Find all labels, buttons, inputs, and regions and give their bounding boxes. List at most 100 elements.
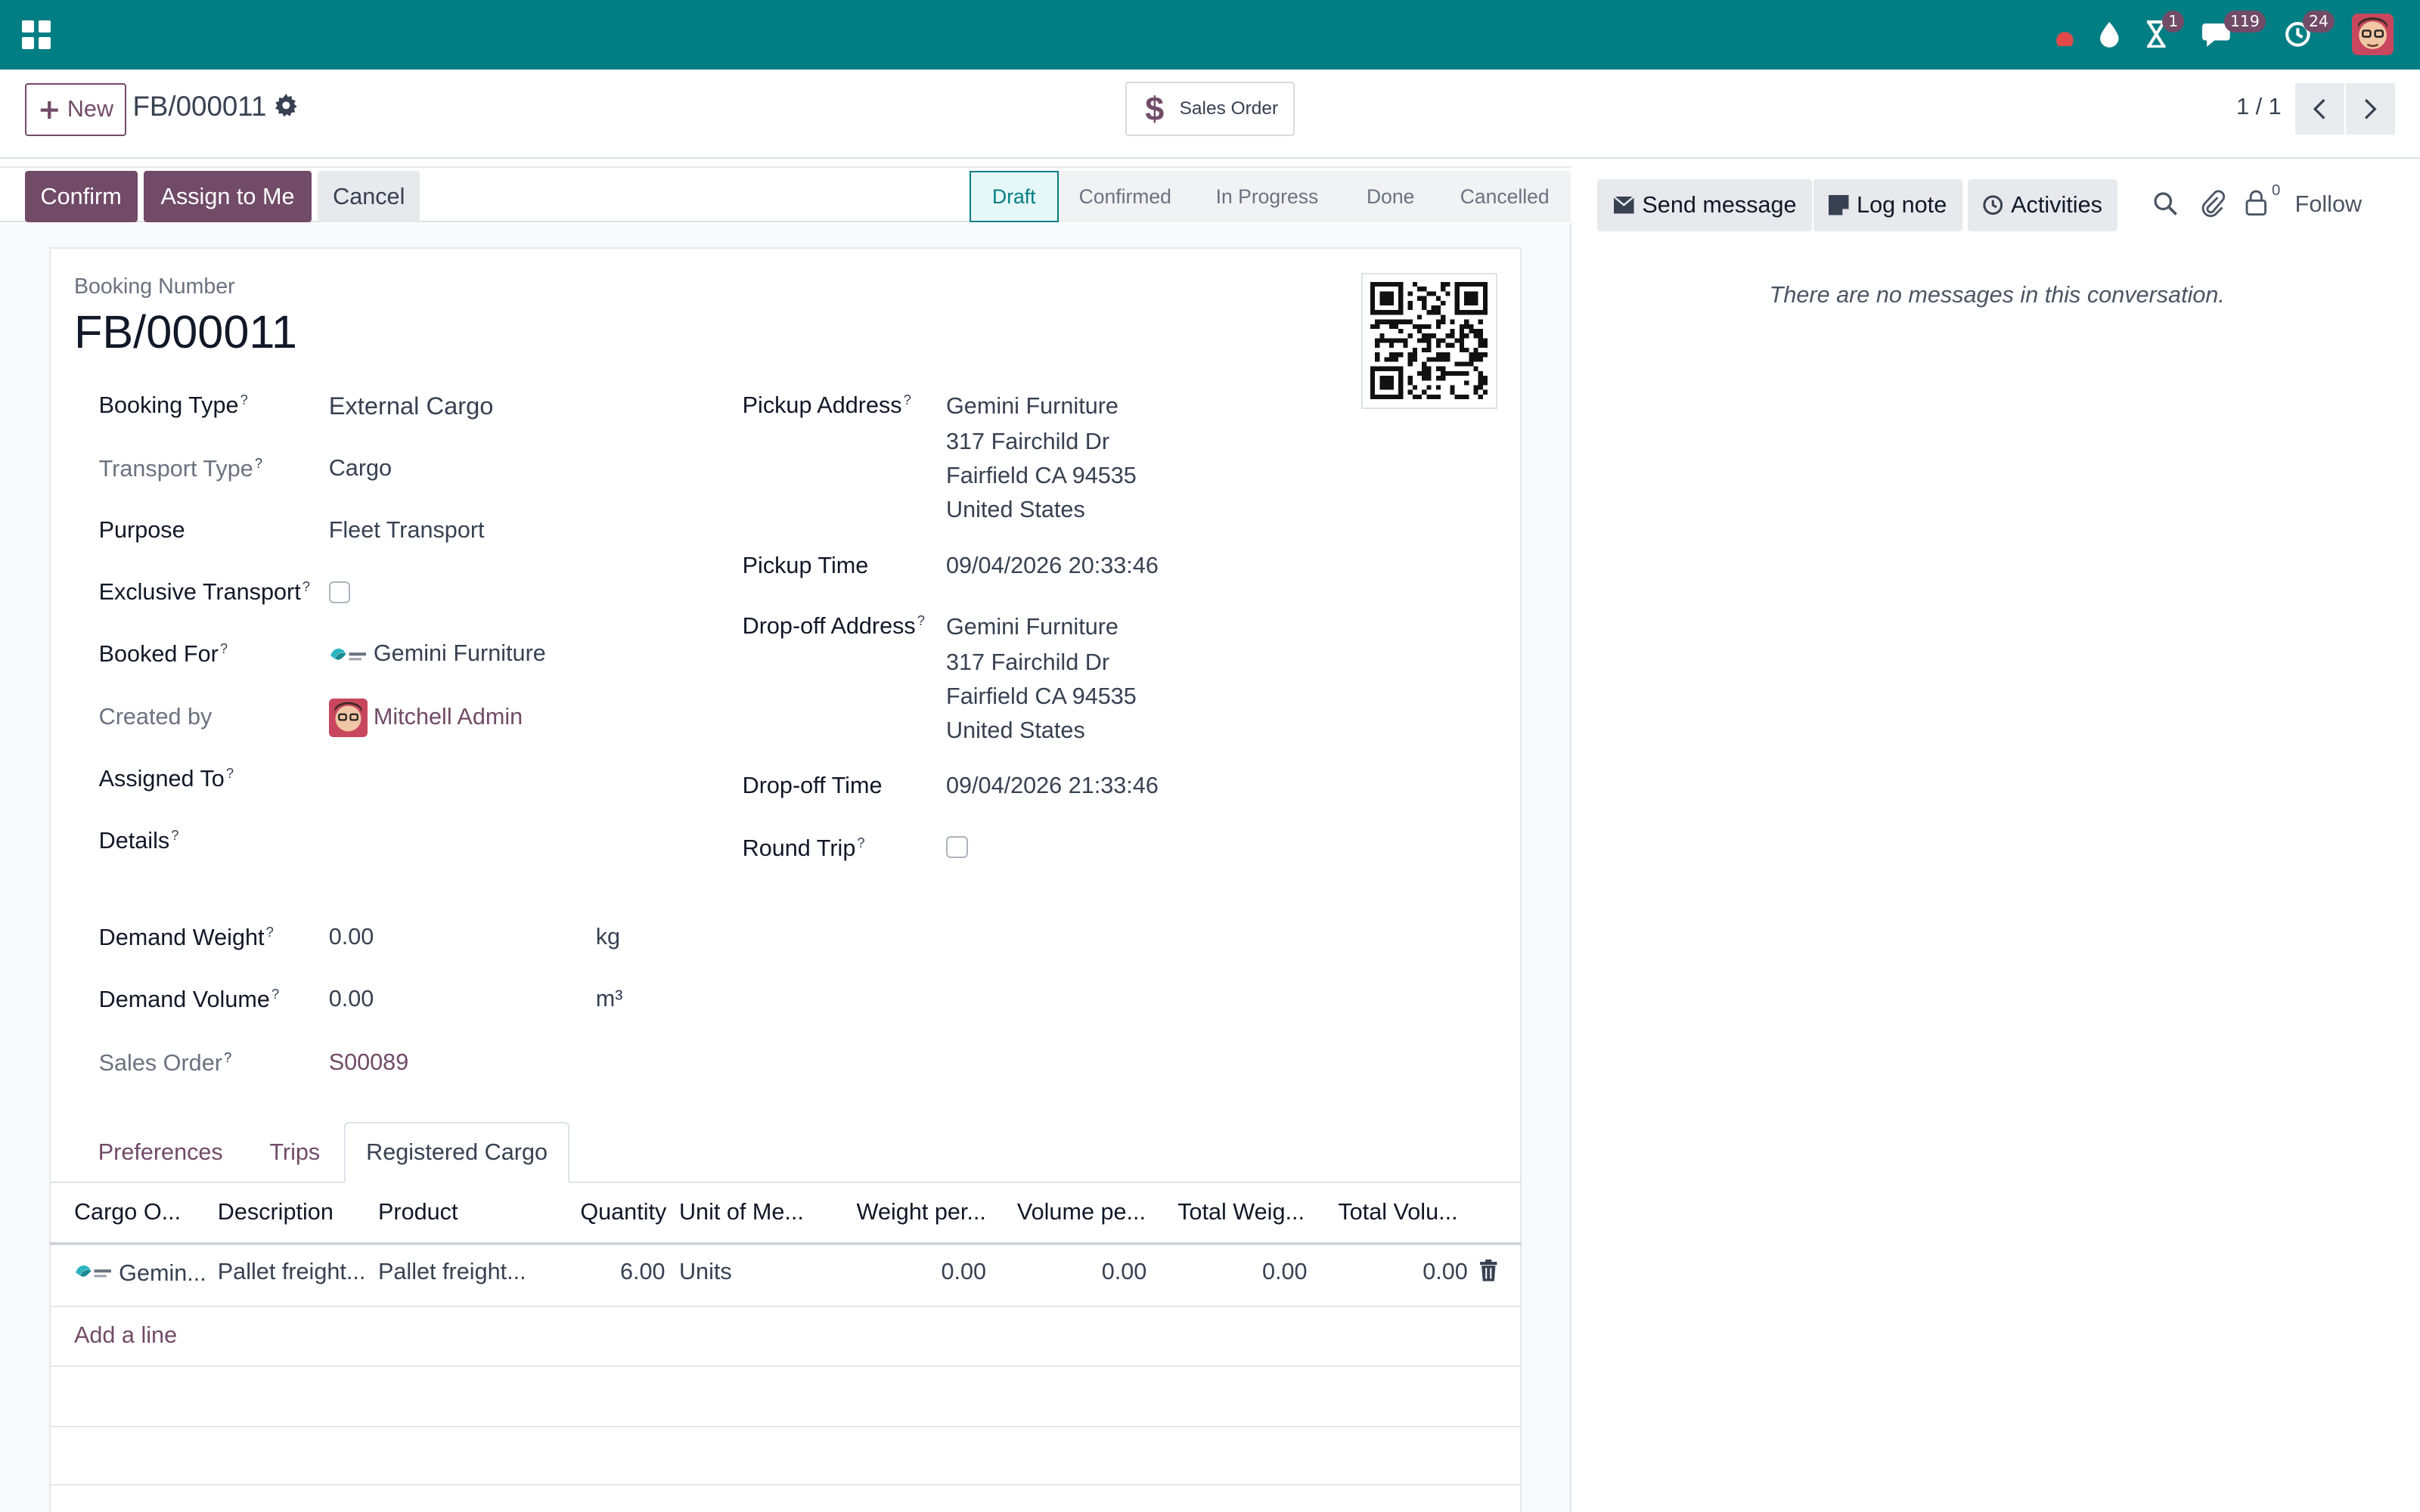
tab-preferences[interactable]: Preferences xyxy=(76,1122,245,1184)
lock-icon[interactable] xyxy=(2245,190,2267,222)
pager-value[interactable]: 1 / 1 xyxy=(2236,94,2282,120)
column-header-unit[interactable]: Unit of Me... xyxy=(679,1199,804,1225)
pickup-address-line-4: United States xyxy=(946,497,1085,523)
stage-confirmed[interactable]: Confirmed xyxy=(1058,171,1192,222)
pager-previous-button[interactable] xyxy=(2294,83,2344,135)
booked-for-field[interactable]: Gemini Furniture xyxy=(374,640,546,667)
status-bar: Confirm Assign to Me Cancel Draft Confir… xyxy=(0,166,1571,222)
pickup-address-line-3: Fairfield CA 94535 xyxy=(946,463,1137,489)
sales-order-smart-button[interactable]: $ Sales Order xyxy=(1125,82,1295,136)
table-cell-total-volume[interactable]: 0.00 xyxy=(1373,1259,1468,1285)
details-field[interactable] xyxy=(329,824,669,858)
dropoff-time-field[interactable]: 09/04/2026 21:33:46 xyxy=(946,773,1159,799)
round-trip-checkbox[interactable] xyxy=(946,836,968,858)
clock-icon xyxy=(1983,195,2003,215)
demand-volume-label: Demand Volume? xyxy=(98,986,280,1013)
assigned-to-label: Assigned To? xyxy=(98,765,234,792)
tab-trips[interactable]: Trips xyxy=(247,1122,343,1184)
demand-volume-field[interactable]: 0.00 xyxy=(329,986,374,1012)
transport-type-field[interactable]: Cargo xyxy=(329,455,392,482)
details-label: Details? xyxy=(98,826,179,854)
exclusive-transport-checkbox[interactable] xyxy=(328,581,351,603)
sales-order-link[interactable]: S00089 xyxy=(329,1049,409,1076)
stage-done[interactable]: Done xyxy=(1342,171,1438,222)
pickup-time-label: Pickup Time xyxy=(742,552,869,578)
paperclip-icon[interactable] xyxy=(2201,190,2226,224)
table-cell-product[interactable]: Pallet freight... xyxy=(378,1259,526,1285)
followers-count: 0 xyxy=(2272,181,2281,199)
note-icon xyxy=(1829,195,1849,215)
table-cell-description[interactable]: Pallet freight... xyxy=(218,1259,366,1285)
log-note-label: Log note xyxy=(1857,191,1947,218)
company-logo-icon xyxy=(329,645,368,673)
column-header-total-volume[interactable]: Total Volu... xyxy=(1338,1199,1457,1225)
envelope-icon xyxy=(1612,196,1634,214)
column-header-volume-per[interactable]: Volume pe... xyxy=(1017,1199,1146,1225)
column-header-quantity[interactable]: Quantity xyxy=(580,1199,666,1225)
add-a-line-link[interactable]: Add a line xyxy=(74,1322,177,1349)
assign-to-me-button[interactable]: Assign to Me xyxy=(143,171,312,222)
table-cell-quantity[interactable]: 6.00 xyxy=(571,1259,666,1285)
table-row-divider xyxy=(49,1365,1522,1368)
cancel-button[interactable]: Cancel xyxy=(318,171,420,222)
messages-badge: 119 xyxy=(2223,11,2266,33)
search-icon[interactable] xyxy=(2153,191,2178,222)
gear-icon[interactable] xyxy=(275,94,298,122)
column-header-cargo-owner[interactable]: Cargo O... xyxy=(74,1199,181,1225)
record-status-icon[interactable] xyxy=(2052,15,2077,52)
plus-icon: + xyxy=(37,92,61,125)
booking-type-label: Booking Type? xyxy=(98,392,248,419)
stage-cancelled[interactable]: Cancelled xyxy=(1438,171,1571,222)
column-header-product[interactable]: Product xyxy=(378,1199,458,1225)
activity-hourglass-icon[interactable]: 1 xyxy=(2144,11,2185,52)
pickup-address-line-2: 317 Fairchild Dr xyxy=(946,429,1110,455)
user-avatar[interactable] xyxy=(2352,14,2394,56)
new-button[interactable]: + New xyxy=(24,83,127,136)
pickup-time-field[interactable]: 09/04/2026 20:33:46 xyxy=(946,553,1159,579)
purpose-field[interactable]: Fleet Transport xyxy=(329,517,485,544)
created-by-link[interactable]: Mitchell Admin xyxy=(374,704,523,730)
table-cell-weight-per[interactable]: 0.00 xyxy=(892,1259,986,1285)
tab-registered-cargo[interactable]: Registered Cargo xyxy=(344,1121,570,1184)
breadcrumb: FB/000011 xyxy=(132,91,267,122)
assigned-to-field[interactable] xyxy=(329,762,669,796)
booking-type-field[interactable]: External Cargo xyxy=(329,392,494,420)
follow-button[interactable]: Follow xyxy=(2295,191,2362,218)
clock-badge: 24 xyxy=(2302,11,2335,33)
table-cell-volume-per[interactable]: 0.00 xyxy=(1053,1259,1147,1285)
pickup-address-label: Pickup Address? xyxy=(742,392,911,419)
clock-icon[interactable]: 24 xyxy=(2284,11,2335,52)
apps-menu-icon[interactable] xyxy=(18,17,52,51)
creator-avatar xyxy=(328,699,368,738)
send-message-button[interactable]: Send message xyxy=(1597,178,1812,232)
table-cell-cargo-owner[interactable]: Gemin... xyxy=(119,1260,206,1287)
activities-button[interactable]: Activities xyxy=(1968,178,2118,232)
demand-weight-unit: kg xyxy=(595,924,621,950)
trash-icon[interactable] xyxy=(1478,1259,1499,1288)
table-cell-unit[interactable]: Units xyxy=(679,1259,732,1285)
log-note-button[interactable]: Log note xyxy=(1813,178,1962,232)
drop-icon[interactable] xyxy=(2099,15,2121,52)
table-row-divider xyxy=(49,1484,1522,1486)
column-header-total-weight[interactable]: Total Weig... xyxy=(1177,1199,1305,1225)
form-sheet xyxy=(49,246,1522,1512)
table-row-divider xyxy=(49,1305,1522,1307)
company-logo-icon xyxy=(74,1262,113,1290)
dropoff-address-line-2: 317 Fairchild Dr xyxy=(946,649,1110,676)
dollar-icon: $ xyxy=(1145,88,1165,128)
confirm-button[interactable]: Confirm xyxy=(24,171,138,222)
purpose-label: Purpose xyxy=(98,516,185,543)
demand-weight-field[interactable]: 0.00 xyxy=(329,924,374,950)
column-header-description[interactable]: Description xyxy=(218,1199,334,1225)
sales-order-label: Sales Order? xyxy=(98,1049,232,1076)
column-header-weight-per[interactable]: Weight per... xyxy=(857,1199,986,1225)
pickup-address-line-1: Gemini Furniture xyxy=(946,393,1118,420)
demand-volume-unit: m³ xyxy=(595,986,623,1012)
activities-label: Activities xyxy=(2011,191,2102,218)
dropoff-address-line-3: Fairfield CA 94535 xyxy=(946,683,1137,710)
stage-in-progress[interactable]: In Progress xyxy=(1191,171,1343,222)
messages-icon[interactable]: 119 xyxy=(2202,11,2266,52)
table-cell-total-weight[interactable]: 0.00 xyxy=(1213,1259,1308,1285)
pager-next-button[interactable] xyxy=(2346,83,2396,135)
stage-draft[interactable]: Draft xyxy=(969,171,1059,222)
